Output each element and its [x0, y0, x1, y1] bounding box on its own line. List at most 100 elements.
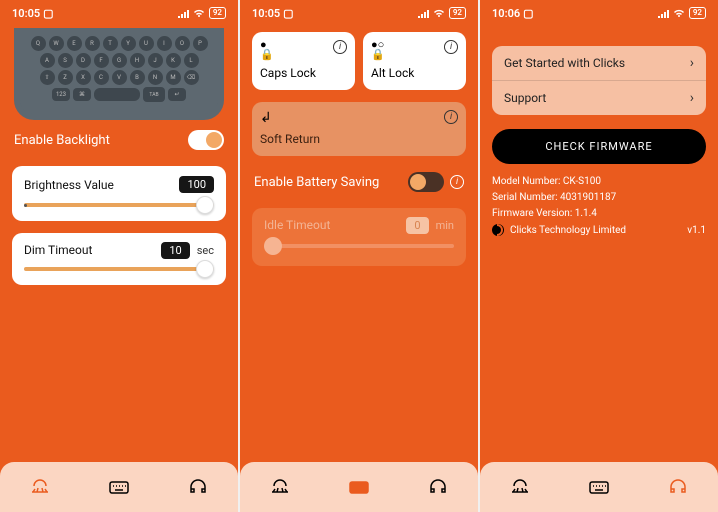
alt-lock-label: Alt Lock — [371, 66, 458, 80]
key-l: L — [184, 53, 199, 68]
info-icon[interactable]: i — [444, 110, 458, 124]
enable-backlight-label: Enable Backlight — [14, 133, 110, 148]
keyboard-icon — [588, 476, 610, 498]
enable-backlight-row: Enable Backlight — [0, 120, 238, 160]
key-n: N — [148, 70, 163, 85]
key-m: M — [166, 70, 181, 85]
chevron-right-icon: › — [690, 55, 694, 71]
app-indicator-icon: ▢ — [523, 7, 533, 20]
status-time: 10:06 — [492, 7, 520, 20]
keyboard-icon — [108, 476, 130, 498]
tab-backlight[interactable] — [25, 472, 55, 502]
tab-backlight[interactable] — [505, 472, 535, 502]
get-started-label: Get Started with Clicks — [504, 56, 625, 70]
alt-lock-card[interactable]: ●○🔒 i Alt Lock — [363, 32, 466, 90]
idle-timeout-card: Idle Timeout 0 min — [252, 208, 466, 266]
key-q: Q — [31, 36, 46, 51]
dim-timeout-card: Dim Timeout 10 sec — [12, 233, 226, 285]
tab-keyboard[interactable] — [584, 472, 614, 502]
soft-return-icon: ↲ — [260, 110, 272, 126]
num-key: 123 — [52, 88, 70, 101]
serial-number: Serial Number: 4031901187 — [492, 192, 616, 203]
tab-keyboard[interactable] — [344, 472, 374, 502]
app-indicator-icon: ▢ — [43, 7, 53, 20]
keyboard-visual: QWERTYUIOP ASDFGHJKL ⇧ZXCVBNM⌫ 123 ⌘ TAB… — [14, 28, 224, 120]
idle-label: Idle Timeout — [264, 218, 330, 232]
return-key: ↵ — [168, 88, 186, 101]
key-e: E — [67, 36, 82, 51]
key-s: S — [58, 53, 73, 68]
brightness-slider[interactable] — [24, 203, 214, 207]
key-z: Z — [58, 70, 73, 85]
info-icon[interactable]: i — [444, 40, 458, 54]
tab-support[interactable] — [183, 472, 213, 502]
key-x: X — [76, 70, 91, 85]
battery-saving-toggle[interactable] — [408, 172, 444, 192]
support-label: Support — [504, 91, 546, 105]
key-a: A — [40, 53, 55, 68]
app-indicator-icon: ▢ — [283, 7, 293, 20]
soft-return-label: Soft Return — [260, 132, 458, 146]
screen-backlight: 10:05 ▢ 92 QWERTYUIOP ASDFGHJKL ⇧ZXCVBNM… — [0, 0, 238, 512]
brightness-label: Brightness Value — [24, 178, 114, 192]
battery-icon: 92 — [209, 7, 226, 19]
brightness-card: Brightness Value 100 — [12, 166, 226, 221]
company-name: Clicks Technology Limited — [510, 225, 626, 236]
get-started-item[interactable]: Get Started with Clicks › — [492, 46, 706, 81]
battery-saving-label: Enable Battery Saving — [254, 175, 379, 190]
key-i: I — [157, 36, 172, 51]
tab-keyboard[interactable] — [104, 472, 134, 502]
space-key — [94, 88, 140, 101]
headset-icon — [187, 476, 209, 498]
device-meta: Model Number: CK-S100 Serial Number: 403… — [492, 176, 706, 236]
tab-backlight[interactable] — [265, 472, 295, 502]
info-icon[interactable]: i — [333, 40, 347, 54]
key-k: K — [166, 53, 181, 68]
key-t: T — [103, 36, 118, 51]
status-bar: 10:05 ▢ 92 — [240, 0, 478, 26]
key-b: B — [130, 70, 145, 85]
screen-support: 10:06 ▢ 92 Get Started with Clicks › Sup… — [480, 0, 718, 512]
key-g: G — [112, 53, 127, 68]
key-c: C — [94, 70, 109, 85]
key-⇧: ⇧ — [40, 70, 55, 85]
backlight-icon — [29, 476, 51, 498]
key-y: Y — [121, 36, 136, 51]
tab-bar — [0, 462, 238, 512]
dim-unit: sec — [197, 244, 214, 257]
info-icon[interactable]: i — [450, 175, 464, 189]
battery-saving-row: Enable Battery Saving i — [240, 162, 478, 202]
battery-icon: 92 — [449, 7, 466, 19]
enable-backlight-toggle[interactable] — [188, 130, 224, 150]
cmd-key: ⌘ — [73, 88, 91, 101]
brightness-value: 100 — [179, 176, 214, 193]
key-f: F — [94, 53, 109, 68]
tab-key: TAB — [143, 87, 165, 102]
key-r: R — [85, 36, 100, 51]
key-w: W — [49, 36, 64, 51]
caps-lock-card[interactable]: ●🔒 i Caps Lock — [252, 32, 355, 90]
key-h: H — [130, 53, 145, 68]
dim-label: Dim Timeout — [24, 243, 92, 257]
tab-support[interactable] — [423, 472, 453, 502]
caps-lock-label: Caps Lock — [260, 66, 347, 80]
tab-support[interactable] — [663, 472, 693, 502]
firmware-version: Firmware Version: 1.1.4 — [492, 208, 597, 219]
support-list: Get Started with Clicks › Support › — [492, 46, 706, 115]
company-logo-icon — [492, 224, 504, 236]
headset-icon — [427, 476, 449, 498]
support-item[interactable]: Support › — [492, 81, 706, 115]
status-bar: 10:05 ▢ 92 — [0, 0, 238, 26]
wifi-icon — [193, 8, 205, 18]
dim-slider[interactable] — [24, 267, 214, 271]
chevron-right-icon: › — [690, 90, 694, 106]
backlight-icon — [509, 476, 531, 498]
signal-icon — [177, 8, 189, 18]
battery-icon: 92 — [689, 7, 706, 19]
key-v: V — [112, 70, 127, 85]
check-firmware-button[interactable]: CHECK FIRMWARE — [492, 129, 706, 164]
keyboard-icon — [348, 476, 370, 498]
soft-return-card[interactable]: ↲ i Soft Return — [252, 102, 466, 156]
wifi-icon — [433, 8, 445, 18]
tab-bar — [480, 462, 718, 512]
